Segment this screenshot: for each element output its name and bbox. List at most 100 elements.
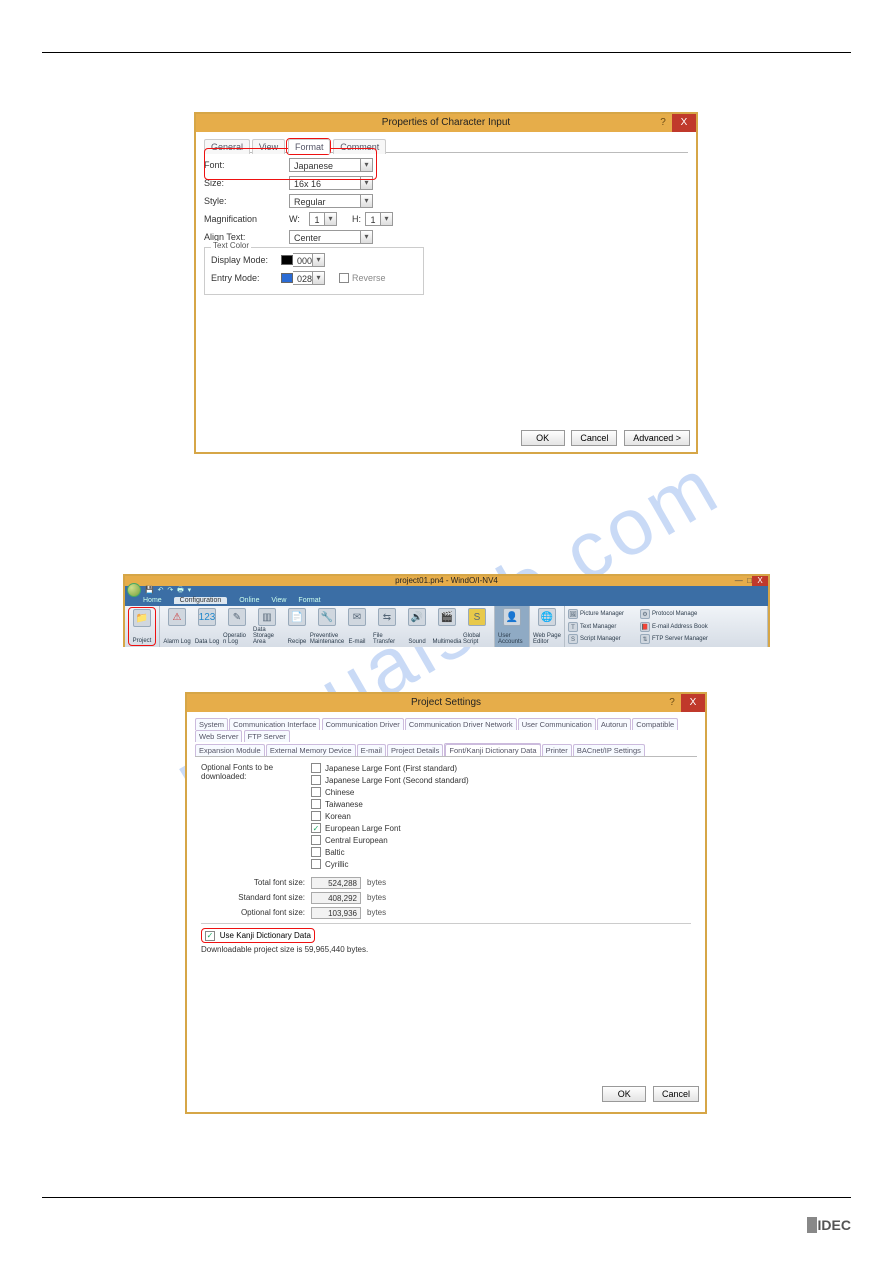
application-ribbon: project01.pn4 - WindO/I-NV4 — □ X 💾 ↶ ↷ … — [123, 574, 770, 647]
chevron-down-icon[interactable]: ▾ — [361, 194, 373, 208]
title-text: Properties of Character Input — [382, 117, 510, 128]
recipe-icon: 📄 — [288, 608, 306, 626]
tab[interactable]: Autorun — [597, 718, 631, 730]
font-option: European Large Font — [325, 824, 401, 833]
sound-button[interactable]: 🔊Sound — [403, 607, 431, 646]
protocol-manager-button[interactable]: ⚙Protocol Manage — [640, 608, 697, 620]
tab[interactable]: External Memory Device — [266, 744, 356, 756]
tab[interactable]: FTP Server — [244, 730, 290, 742]
chevron-down-icon[interactable]: ▾ — [313, 253, 325, 267]
app-orb-icon[interactable] — [127, 583, 141, 597]
recipe-button[interactable]: 📄Recipe — [283, 607, 311, 646]
data-storage-button[interactable]: ▥Data Storage Area — [253, 607, 281, 646]
minmax-icons[interactable]: — □ — [735, 576, 752, 586]
optional-size-label: Optional font size: — [201, 908, 311, 917]
ribbon-tab-home[interactable]: Home — [143, 597, 162, 604]
display-color-value[interactable]: 000 — [293, 253, 313, 267]
tab[interactable]: Web Server — [195, 730, 242, 742]
alarm-log-button[interactable]: ⚠Alarm Log — [163, 607, 191, 646]
spinner-icon[interactable]: ▾ — [381, 212, 393, 226]
help-button[interactable]: ? — [654, 114, 672, 132]
magnification-label: Magnification — [204, 214, 289, 224]
checkbox[interactable] — [311, 775, 321, 785]
tab-format[interactable]: Format — [288, 139, 331, 154]
email-button[interactable]: ✉E-mail — [343, 607, 371, 646]
cancel-button[interactable]: Cancel — [653, 1086, 699, 1102]
folder-icon: 📁 — [133, 609, 151, 627]
tab[interactable]: Communication Driver Network — [405, 718, 517, 730]
checkbox[interactable]: ✓ — [311, 823, 321, 833]
mag-w-label: W: — [289, 214, 309, 224]
checkbox[interactable] — [311, 787, 321, 797]
ribbon-tab-configuration[interactable]: Configuration — [174, 597, 228, 604]
manager-group-right: ⚙Protocol Manage 📕E-mail Address Book ⇅F… — [640, 607, 720, 646]
script-manager-button[interactable]: SScript Manager — [568, 633, 621, 645]
operation-log-button[interactable]: ✎Operatio n Log — [223, 607, 251, 646]
tab[interactable]: E-mail — [357, 744, 386, 756]
title-text: Project Settings — [411, 697, 481, 708]
reverse-checkbox[interactable] — [339, 273, 349, 283]
tab[interactable]: System — [195, 718, 228, 730]
ribbon-tab-view[interactable]: View — [271, 597, 286, 604]
mag-h-label: H: — [337, 214, 365, 224]
ok-button[interactable]: OK — [602, 1086, 646, 1102]
close-button[interactable]: X — [681, 694, 705, 712]
tab[interactable]: Communication Interface — [229, 718, 320, 730]
dialog-title: Properties of Character Input ? X — [196, 114, 696, 132]
style-select[interactable]: Regular — [289, 194, 361, 208]
multimedia-button[interactable]: 🎬Multimedia — [433, 607, 461, 646]
checkbox[interactable] — [311, 835, 321, 845]
checkbox[interactable] — [311, 859, 321, 869]
ftp-manager-button[interactable]: ⇅FTP Server Manager — [640, 633, 708, 645]
close-button[interactable]: X — [752, 576, 768, 586]
checkbox[interactable] — [311, 847, 321, 857]
entry-color-value[interactable]: 028 — [293, 271, 313, 285]
checkbox[interactable] — [311, 763, 321, 773]
user-accounts-button[interactable]: 👤User Accounts — [498, 607, 526, 646]
tab[interactable]: Compatible — [632, 718, 678, 730]
script-icon: S — [568, 634, 578, 644]
tab[interactable]: Project Details — [387, 744, 443, 756]
ok-button[interactable]: OK — [521, 430, 565, 446]
reverse-label: Reverse — [352, 273, 386, 283]
quick-access-toolbar[interactable]: 💾 ↶ ↷ 🖶 ▾ — [145, 586, 191, 596]
maint-icon: 🔧 — [318, 608, 336, 626]
email-book-button[interactable]: 📕E-mail Address Book — [640, 621, 708, 633]
tab[interactable]: User Communication — [518, 718, 596, 730]
tab[interactable]: Expansion Module — [195, 744, 265, 756]
global-script-button[interactable]: SGlobal Script — [463, 607, 491, 646]
ribbon-tab-online[interactable]: Online — [239, 597, 259, 604]
picture-manager-button[interactable]: 🖼Picture Manager — [568, 608, 624, 620]
tab[interactable]: Printer — [542, 744, 572, 756]
chevron-down-icon[interactable]: ▾ — [361, 230, 373, 244]
web-page-editor-button[interactable]: 🌐Web Page Editor — [533, 607, 561, 646]
mag-w-spinner[interactable]: 1 — [309, 212, 325, 226]
kanji-checkbox[interactable]: ✓ — [205, 931, 215, 941]
standard-size-label: Standard font size: — [201, 893, 311, 902]
mag-h-spinner[interactable]: 1 — [365, 212, 381, 226]
ftp-icon: ⇅ — [640, 634, 650, 644]
advanced-button[interactable]: Advanced > — [624, 430, 690, 446]
tab[interactable]: BACnet/IP Settings — [573, 744, 645, 756]
file-transfer-button[interactable]: ⇆File Transfer — [373, 607, 401, 646]
preventive-maintenance-button[interactable]: 🔧Preventive Maintenance — [313, 607, 341, 646]
text-manager-button[interactable]: TText Manager — [568, 621, 616, 633]
tab[interactable]: Communication Driver — [322, 718, 404, 730]
project-button[interactable]: 📁Project — [128, 607, 156, 646]
help-button[interactable]: ? — [663, 694, 681, 712]
ribbon-tab-format[interactable]: Format — [298, 597, 320, 604]
color-swatch-blue — [281, 273, 293, 283]
chevron-down-icon[interactable]: ▾ — [313, 271, 325, 285]
cancel-button[interactable]: Cancel — [571, 430, 617, 446]
spinner-icon[interactable]: ▾ — [325, 212, 337, 226]
align-select[interactable]: Center — [289, 230, 361, 244]
tab-font-kanji[interactable]: Font/Kanji Dictionary Data — [445, 744, 540, 756]
data-log-button[interactable]: 123Data Log — [193, 607, 221, 646]
picture-icon: 🖼 — [568, 609, 578, 619]
checkbox[interactable] — [311, 799, 321, 809]
optional-size-value: 103,936 — [311, 907, 361, 919]
bytes-unit: bytes — [367, 878, 386, 887]
datalog-icon: 123 — [198, 608, 216, 626]
checkbox[interactable] — [311, 811, 321, 821]
close-button[interactable]: X — [672, 114, 696, 132]
